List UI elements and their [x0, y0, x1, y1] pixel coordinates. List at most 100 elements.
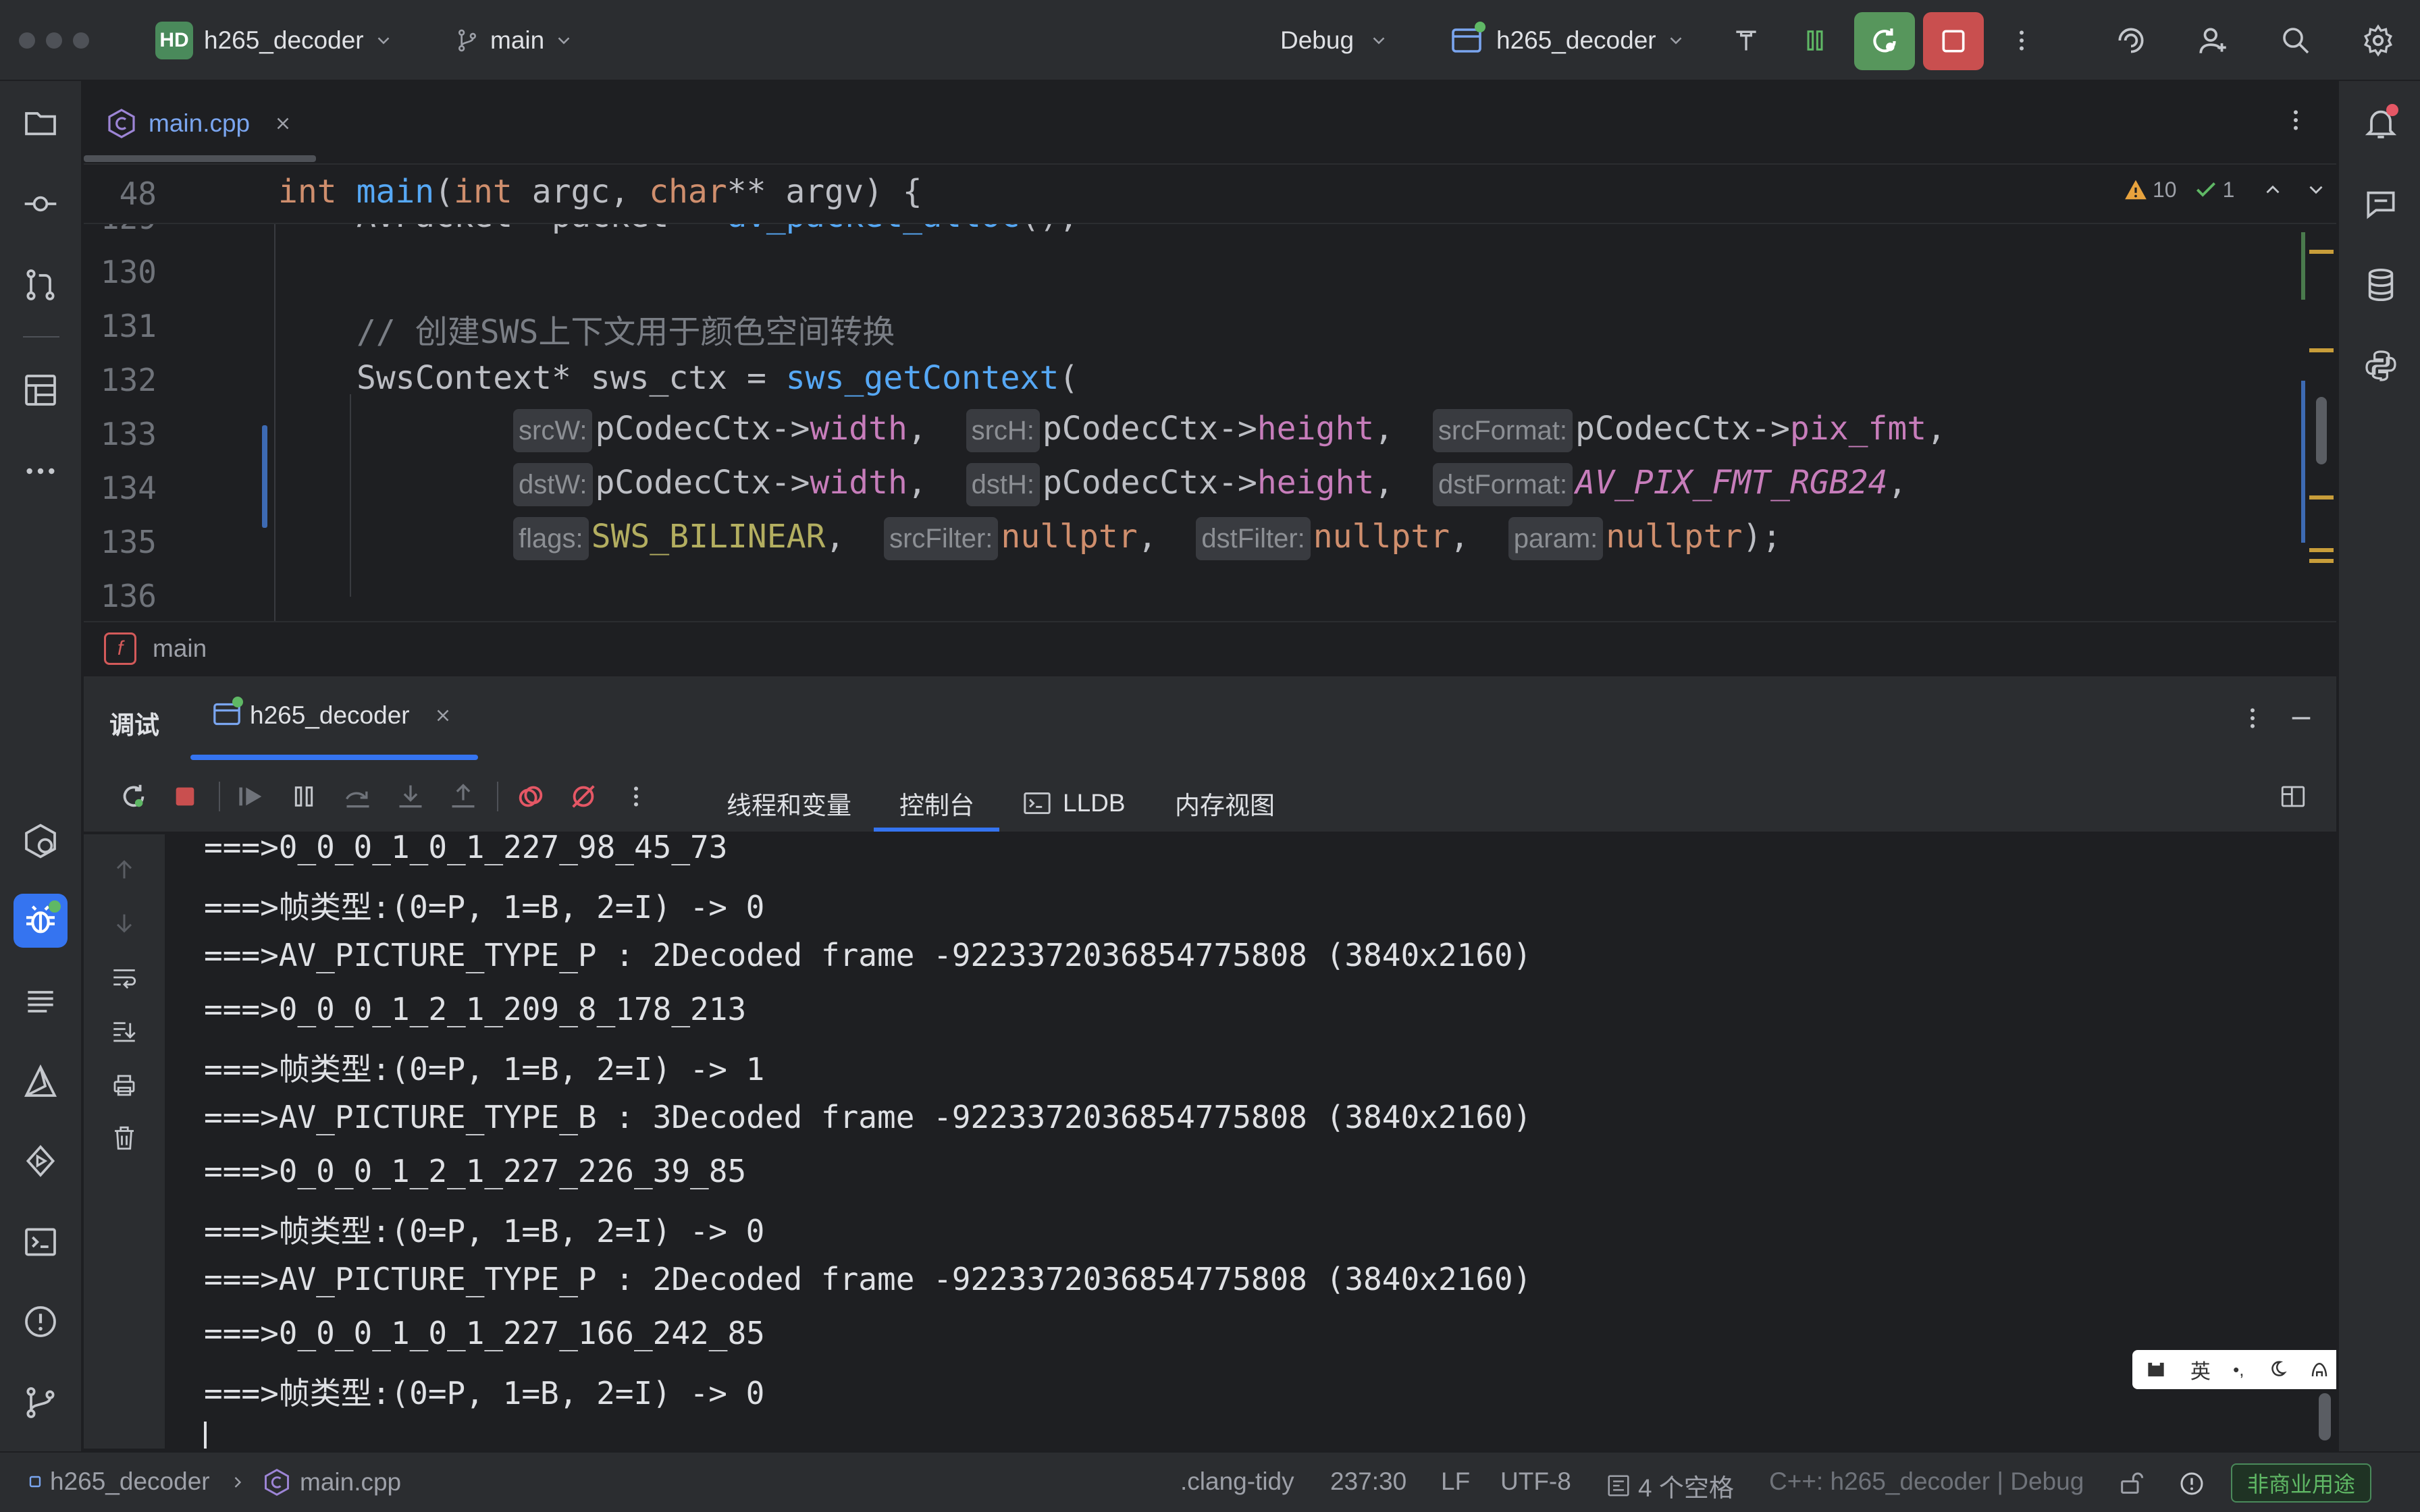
- active-subtab-indicator: [874, 828, 999, 832]
- tab-threads-variables[interactable]: 线程和变量: [727, 774, 851, 833]
- chevron-down-icon[interactable]: [2305, 178, 2327, 201]
- stop-button[interactable]: [1923, 12, 1984, 70]
- layout-settings-button[interactable]: [2271, 775, 2315, 818]
- git-branch-icon: [26, 1387, 55, 1418]
- console-line: ===>0_0_0_1_0_1_227_166_242_85: [204, 1315, 765, 1351]
- status-indent[interactable]: 4 个空格: [1606, 1467, 1734, 1504]
- todo-tool-button[interactable]: [14, 975, 68, 1029]
- view-breakpoints-button[interactable]: [509, 775, 552, 818]
- run-config-selector[interactable]: Debug: [1280, 16, 1389, 65]
- pull-requests-tool-button[interactable]: [14, 258, 68, 312]
- moon-icon[interactable]: [2267, 1359, 2287, 1380]
- services-tool-button[interactable]: [14, 814, 68, 868]
- ai-assistant-button[interactable]: [2107, 16, 2155, 65]
- tab-debug-session[interactable]: h265_decoder: [212, 697, 453, 730]
- status-line-separator[interactable]: LF: [1441, 1467, 1470, 1496]
- search-button[interactable]: [2271, 16, 2320, 65]
- project-selector[interactable]: HD h265_decoder: [155, 16, 394, 65]
- status-file[interactable]: main.cpp: [262, 1467, 401, 1497]
- soft-wrap-button[interactable]: [103, 956, 146, 999]
- rerun-button[interactable]: [112, 775, 155, 818]
- readonly-toggle[interactable]: [2109, 1462, 2153, 1505]
- more-debug-actions-button[interactable]: [614, 775, 658, 818]
- text-cursor: [204, 1422, 207, 1449]
- stop-debug-button[interactable]: [163, 775, 207, 818]
- status-caret-position[interactable]: 237:30: [1330, 1467, 1406, 1496]
- print-button[interactable]: [103, 1064, 146, 1107]
- code-with-me-button[interactable]: [2189, 16, 2238, 65]
- run-tool-button[interactable]: [14, 1134, 68, 1188]
- git-tool-button[interactable]: [14, 1376, 68, 1430]
- window-close-button[interactable]: [19, 32, 35, 49]
- problems-tool-button[interactable]: [14, 1295, 68, 1349]
- cpp-file-icon: [108, 109, 135, 138]
- step-over-button[interactable]: [336, 775, 379, 818]
- close-icon[interactable]: [433, 705, 453, 726]
- clear-console-button[interactable]: [103, 1116, 146, 1160]
- close-icon[interactable]: [273, 113, 293, 134]
- tab-options-button[interactable]: [2282, 107, 2309, 134]
- console-scrollbar-thumb[interactable]: [2319, 1393, 2331, 1440]
- tab-lldb[interactable]: LLDB: [1022, 774, 1126, 833]
- code-editor[interactable]: 129 130 131 132 133 134 135 136 AVPacket…: [84, 165, 2336, 621]
- panel-options-button[interactable]: [2239, 705, 2266, 732]
- status-clang-tidy[interactable]: .clang-tidy: [1180, 1467, 1294, 1496]
- pause-button[interactable]: [1791, 16, 1839, 65]
- console-line: ===>0_0_0_1_2_1_209_8_178_213: [204, 991, 747, 1027]
- sticky-scope-line[interactable]: 48 int main(int argc, char** argv) { 10 …: [84, 165, 2336, 224]
- window-zoom-button[interactable]: [73, 32, 89, 49]
- project-tool-button[interactable]: [14, 96, 68, 150]
- scroll-up-button[interactable]: [103, 848, 146, 891]
- more-tools-button[interactable]: [14, 444, 68, 498]
- chevron-up-icon[interactable]: [2261, 178, 2284, 201]
- console-line: ===>帧类型:(0=P, 1=B, 2=I) -> 1: [204, 1051, 765, 1087]
- ime-language[interactable]: 英: [2190, 1355, 2211, 1384]
- hammer-icon: [1736, 30, 1756, 51]
- status-project[interactable]: h265_decoder: [27, 1467, 210, 1496]
- commit-tool-button[interactable]: [14, 177, 68, 231]
- target-selector[interactable]: h265_decoder: [1450, 16, 1686, 65]
- terminal-tool-button[interactable]: [14, 1215, 68, 1269]
- session-tab-label: h265_decoder: [250, 701, 410, 729]
- branch-selector[interactable]: main: [454, 16, 574, 65]
- tab-memory-view[interactable]: 内存视图: [1175, 774, 1275, 833]
- build-button[interactable]: [1722, 16, 1770, 65]
- skin-icon[interactable]: [2309, 1359, 2330, 1380]
- status-context[interactable]: C++: h265_decoder | Debug: [1769, 1467, 2084, 1496]
- settings-button[interactable]: [2354, 16, 2402, 65]
- step-into-button[interactable]: [389, 775, 432, 818]
- pause-debug-button[interactable]: [282, 775, 325, 818]
- chevron-down-icon: [1373, 37, 1385, 45]
- inspection-widget[interactable]: 10 1: [2123, 177, 2327, 202]
- ime-toolbar[interactable]: 英 •,: [2132, 1350, 2336, 1389]
- step-into-icon: [399, 785, 422, 808]
- python-console-button[interactable]: [2354, 339, 2408, 393]
- structure-tool-button[interactable]: [14, 363, 68, 417]
- debug-tool-button[interactable]: [14, 894, 68, 948]
- mute-breakpoints-button[interactable]: [562, 775, 605, 818]
- database-tool-button[interactable]: [2354, 258, 2408, 312]
- ai-chat-button[interactable]: [2354, 177, 2408, 231]
- cmake-tool-button[interactable]: [14, 1054, 68, 1108]
- rerun-debug-button[interactable]: [1854, 12, 1915, 70]
- resume-button[interactable]: [230, 775, 273, 818]
- ime-punctuation[interactable]: •,: [2233, 1359, 2244, 1380]
- active-session-indicator: [190, 755, 478, 760]
- debug-console[interactable]: ===>0_0_0_1_0_1_227_98_45_73 ===>帧类型:(0=…: [84, 834, 2336, 1449]
- status-encoding[interactable]: UTF-8: [1500, 1467, 1571, 1496]
- tab-main-cpp[interactable]: main.cpp: [105, 101, 293, 146]
- hide-panel-button[interactable]: [2288, 705, 2315, 732]
- scroll-down-button[interactable]: [103, 902, 146, 945]
- mute-breakpoints-icon: [572, 785, 595, 808]
- more-actions-button[interactable]: [1997, 16, 2046, 65]
- editor-scrollbar-thumb[interactable]: [2316, 397, 2327, 464]
- breadcrumb-item[interactable]: main: [153, 634, 207, 663]
- license-badge[interactable]: 非商业用途: [2231, 1463, 2372, 1503]
- more-vertical-icon: [2020, 30, 2024, 51]
- step-out-button[interactable]: [442, 775, 485, 818]
- problems-status-button[interactable]: [2170, 1462, 2213, 1505]
- scroll-to-end-button[interactable]: [103, 1010, 146, 1053]
- notifications-button[interactable]: [2354, 96, 2408, 150]
- window-minimize-button[interactable]: [46, 32, 62, 49]
- tab-console[interactable]: 控制台: [899, 774, 974, 833]
